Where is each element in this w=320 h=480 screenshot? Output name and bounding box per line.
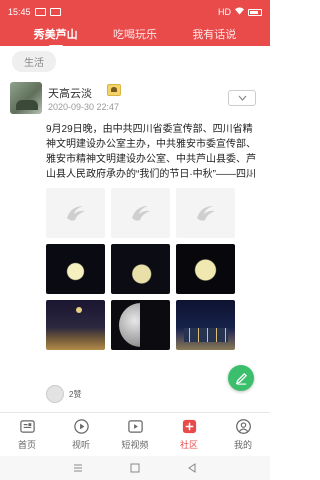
post-image[interactable] [176,300,235,350]
nav-community[interactable]: 社区 [164,414,214,454]
post-image[interactable] [176,244,235,294]
expand-text-icon[interactable] [246,170,254,179]
nav-media-label: 视听 [71,440,90,450]
author-name[interactable]: 天高云淡 [48,85,92,101]
community-icon [182,419,196,434]
play-icon [73,419,89,434]
compose-icon [235,372,247,385]
home-square-icon[interactable] [130,463,140,473]
home-icon [19,420,35,433]
status-bar-right: HD [218,7,262,17]
post-image[interactable] [111,300,170,350]
compose-button[interactable] [228,365,254,391]
back-icon[interactable] [187,463,197,473]
status-time: 15:45 [8,7,31,17]
post-image[interactable] [111,188,170,238]
nav-profile-label: 我的 [233,440,252,450]
short-video-icon [127,420,143,433]
nav-divider [0,412,270,413]
image-placeholder-icon [131,206,150,221]
post-image[interactable] [111,244,170,294]
notification-icon [34,8,46,16]
like-count: 2赞 [69,389,82,399]
nav-short-video-label: 短视频 [121,440,149,450]
post-image-grid [46,188,238,350]
nav-community-label: 社区 [179,440,198,450]
level-badge-icon [107,84,121,96]
top-tab-bar: 秀美芦山 吃喝玩乐 我有话说 [0,24,270,46]
nav-media[interactable]: 视听 [56,414,106,454]
tab-2[interactable]: 我有话说 [192,26,236,45]
post-image[interactable] [176,188,235,238]
liker-avatar[interactable] [46,385,64,403]
category-tag[interactable]: 生活 [12,50,56,72]
nav-home[interactable]: 首页 [2,414,52,454]
post-date: 2020-09-30 22:47 [48,102,120,112]
post-menu-button[interactable] [228,90,256,106]
network-label: HD [218,7,231,17]
post-image[interactable] [46,244,105,294]
nav-home-label: 首页 [17,440,36,450]
tag-row: 生活 [0,50,270,72]
post-image[interactable] [46,300,105,350]
image-placeholder-icon [66,206,85,221]
wifi-icon [235,7,244,17]
post-image[interactable] [46,188,105,238]
menu-icon[interactable] [73,463,83,473]
post-text[interactable]: 9月29日晚，由中共四川省委宣传部、四川省精神文明建设办公室主办，中共雅安市委宣… [46,122,260,182]
tab-1[interactable]: 吃喝玩乐 [113,26,157,45]
nav-short-video[interactable]: 短视频 [110,414,160,454]
likers-row: 2赞 [46,384,81,404]
image-placeholder-icon [196,206,215,221]
status-bar-left: 15:45 [8,7,61,17]
nav-profile[interactable]: 我的 [218,414,268,454]
battery-icon [248,8,262,16]
tab-0[interactable]: 秀美芦山 [34,26,78,45]
status-bar: 15:45 HD [0,0,270,24]
post-author-row: 天高云淡 2020-09-30 22:47 [10,82,260,114]
profile-icon [235,419,251,434]
author-avatar[interactable] [10,82,42,114]
system-nav-bar [0,456,270,480]
bottom-nav: 首页 视听 短视频 社区 我的 [0,414,270,454]
chevron-down-icon [238,95,246,101]
app-notification-icon [49,8,61,16]
